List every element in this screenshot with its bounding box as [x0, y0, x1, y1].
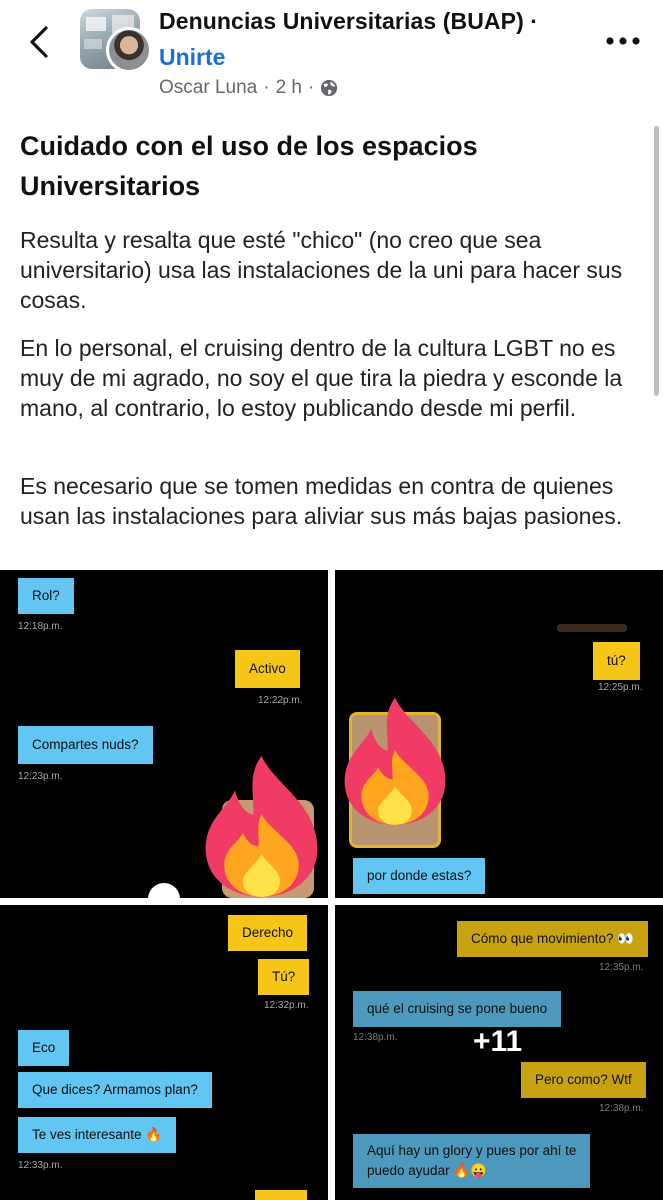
- chat-bubble: qué el cruising se pone bueno: [353, 991, 562, 1027]
- screenshot-panel-2[interactable]: tú? 12:25p.m. por donde estas?: [335, 570, 663, 898]
- chat-bubble: Aquí hay un glory y pues por ahí te pued…: [353, 1134, 591, 1188]
- chat-timestamp: 12:22p.m.: [258, 695, 303, 706]
- chat-timestamp: 12:33p.m.: [18, 1160, 63, 1171]
- fire-emoji-icon: [344, 697, 446, 825]
- screenshot-panel-3[interactable]: Derecho Tú? 12:32p.m. Eco Que dices? Arm…: [0, 905, 328, 1200]
- meta-separator: ·: [307, 77, 315, 98]
- chat-bubble: Rol?: [18, 578, 74, 614]
- chat-bubble: Activo: [235, 650, 300, 688]
- chat-bubble: Tú?: [258, 959, 310, 995]
- chat-bubble: Pero como? Wtf: [521, 1062, 646, 1098]
- globe-icon: [321, 79, 338, 97]
- post-paragraph-3: Es necesario que se tomen medidas en con…: [20, 473, 623, 529]
- post-title: Cuidado con el uso de los espacios Unive…: [20, 131, 478, 201]
- chat-bubble: Compartes nuds?: [18, 726, 153, 764]
- user-avatar: [106, 27, 152, 73]
- post-paragraph-2: En lo personal, el cruising dentro de la…: [20, 335, 623, 421]
- screenshot-panel-1[interactable]: Rol? 12:18p.m. Activo 12:22p.m. Comparte…: [0, 570, 328, 898]
- chat-bubble: tú?: [593, 642, 640, 680]
- screenshot-panel-4[interactable]: Cómo que movimiento? 👀 12:35p.m. qué el …: [335, 905, 663, 1200]
- back-arrow-icon[interactable]: [26, 22, 56, 62]
- post-paragraph-1: Resulta y resalta que esté "chico" (no c…: [20, 227, 623, 313]
- author-name[interactable]: Oscar Luna: [159, 77, 257, 99]
- chat-timestamp: 12:38p.m.: [599, 1103, 644, 1114]
- chat-bubble: Que dices? Armamos plan?: [18, 1072, 212, 1108]
- chat-bubble: Derecho: [228, 915, 308, 951]
- chat-bubble-line: Aquí hay un glory y pues por ahí te: [367, 1143, 577, 1158]
- chat-bubble-cropped: [255, 1190, 307, 1200]
- meta-separator: ·: [263, 77, 270, 98]
- chat-bubble: Eco: [18, 1030, 70, 1066]
- chat-timestamp: 12:32p.m.: [264, 1000, 309, 1011]
- post-meta: Oscar Luna · 2 h ·: [159, 77, 338, 99]
- chat-timestamp: 12:25p.m.: [598, 682, 643, 693]
- join-group-link[interactable]: Unirte: [159, 44, 225, 71]
- chat-timestamp: 12:23p.m.: [18, 771, 63, 782]
- chat-timestamp: 12:38p.m.: [353, 1032, 398, 1043]
- scrollbar[interactable]: [654, 126, 659, 396]
- chevron-down-icon[interactable]: [148, 883, 180, 898]
- more-options-icon[interactable]: [604, 30, 642, 52]
- chat-bubble: Te ves interesante 🔥: [18, 1117, 177, 1153]
- more-images-count[interactable]: +11: [473, 1025, 522, 1059]
- chat-bubble-line: puedo ayudar 🔥😛: [367, 1163, 487, 1178]
- chat-timestamp: 12:35p.m.: [599, 962, 644, 973]
- group-name[interactable]: Denuncias Universitarias (BUAP) ·: [159, 8, 538, 35]
- fire-emoji-icon: [205, 755, 318, 897]
- chat-bubble: Cómo que movimiento? 👀: [457, 921, 649, 957]
- image-grid: Rol? 12:18p.m. Activo 12:22p.m. Comparte…: [0, 570, 663, 1200]
- cropped-image: [557, 624, 627, 632]
- post-header: Denuncias Universitarias (BUAP) · Unirte…: [0, 0, 663, 112]
- avatar[interactable]: [80, 9, 152, 73]
- post-time[interactable]: 2 h: [276, 77, 302, 99]
- chat-timestamp: 12:18p.m.: [18, 621, 63, 632]
- chat-bubble: por donde estas?: [353, 858, 486, 894]
